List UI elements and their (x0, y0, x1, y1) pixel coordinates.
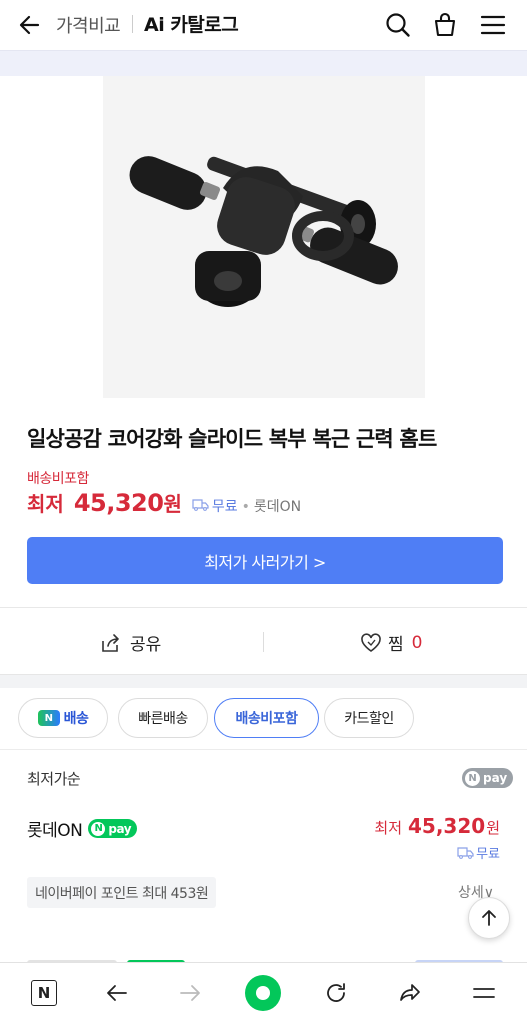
heart-icon (361, 632, 381, 652)
shipping-included-label: 배송비포함 (27, 471, 89, 487)
truck-icon (192, 499, 209, 511)
favorite-label: 찜 (388, 635, 404, 655)
back-arrow-icon[interactable] (16, 11, 44, 39)
search-icon[interactable] (383, 10, 413, 40)
menu-icon[interactable] (468, 977, 500, 1009)
offer-mall[interactable]: 롯데ON Npay (27, 816, 138, 841)
product-image[interactable] (103, 76, 425, 398)
share-arrow-icon[interactable] (394, 977, 426, 1009)
forward-arrow-icon[interactable] (174, 977, 206, 1009)
breadcrumb-price-compare[interactable]: 가격비교 (56, 12, 121, 38)
section-gap (0, 674, 527, 688)
scroll-top-button[interactable] (468, 897, 510, 939)
offer-price[interactable]: 최저 45,320 원 (374, 814, 500, 838)
npay-filter-badge[interactable]: Npay (462, 768, 514, 788)
share-button[interactable]: 공유 (100, 630, 161, 655)
lowest-price-row: 최저 45,320 원 무료 • 롯데ON (27, 488, 301, 520)
header-strip (0, 50, 527, 76)
action-divider (263, 632, 264, 652)
sort-label[interactable]: 최저가순 (27, 768, 81, 789)
chip-card-discount[interactable]: 카드할인 (324, 698, 414, 738)
price-value: 45,320 (73, 489, 164, 517)
n-delivery-icon: N (37, 710, 60, 726)
favorite-button[interactable]: 찜 0 (360, 630, 422, 655)
back-arrow-icon[interactable] (101, 977, 133, 1009)
favorite-count: 0 (411, 632, 423, 653)
arrow-up-icon (482, 910, 496, 926)
menu-icon[interactable] (478, 10, 508, 40)
shopping-bag-icon[interactable] (430, 10, 460, 40)
chip-shipping-included[interactable]: 배송비포함 (214, 698, 319, 738)
mall-name: 롯데ON (253, 499, 302, 515)
page-title: Ai 카탈로그 (144, 14, 239, 36)
top-header: 가격비교 Ai 카탈로그 (0, 0, 527, 50)
filter-chips: N 배송 빠른배송 배송비포함 카드할인 (0, 688, 527, 750)
offer-shipping: 무료 (457, 843, 500, 862)
chip-n-delivery[interactable]: N 배송 (18, 698, 108, 738)
npay-badge: Npay (88, 819, 138, 838)
npay-points-info: 네이버페이 포인트 최대 453원 (27, 877, 217, 908)
share-label: 공유 (130, 635, 162, 655)
browser-bottom-bar: N (0, 962, 527, 1024)
product-title: 일상공감 코어강화 슬라이드 복부 복근 근력 홈트 (27, 427, 437, 451)
truck-icon (457, 846, 474, 859)
free-shipping-label: 무료 (211, 499, 238, 515)
refresh-icon[interactable] (320, 977, 352, 1009)
home-button[interactable] (245, 975, 281, 1011)
header-divider (132, 15, 133, 33)
buy-lowest-price-button[interactable]: 최저가 사러가기 > (27, 537, 503, 584)
naver-n-button[interactable]: N (28, 977, 60, 1009)
share-icon (102, 633, 119, 652)
price-label: 최저 (27, 492, 64, 516)
separator-dot: • (241, 499, 250, 515)
price-unit: 원 (163, 492, 182, 516)
chip-fast-delivery[interactable]: 빠른배송 (118, 698, 208, 738)
action-row: 공유 찜 0 (0, 608, 527, 674)
